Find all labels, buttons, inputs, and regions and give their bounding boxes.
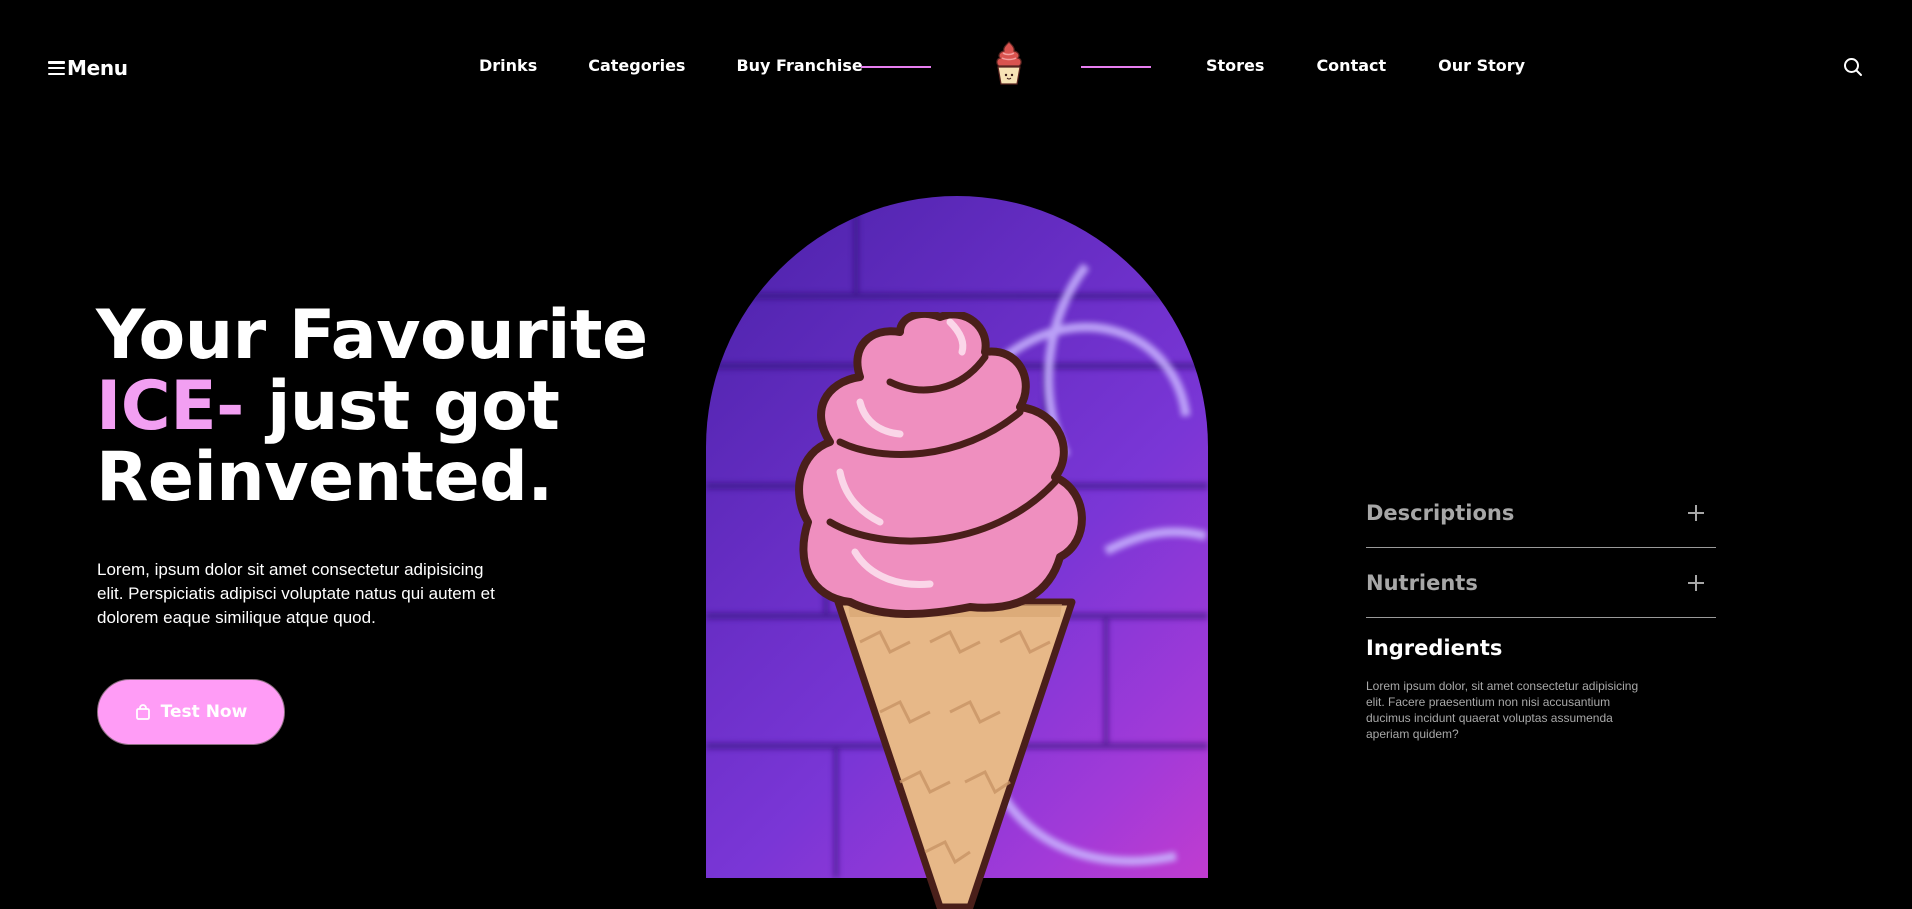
nav-divider-left <box>861 66 931 68</box>
shopping-bag-icon <box>135 704 150 720</box>
nav-left: Drinks Categories Buy Franchise <box>479 56 863 75</box>
plus-icon <box>1688 504 1704 521</box>
accordion-item-descriptions[interactable]: Descriptions <box>1366 478 1716 548</box>
nav-right: Stores Contact Our Story <box>1206 56 1525 75</box>
test-now-label: Test Now <box>160 702 248 722</box>
nav-item-contact[interactable]: Contact <box>1316 56 1386 75</box>
plus-icon <box>1688 574 1704 591</box>
search-icon[interactable] <box>1843 57 1863 77</box>
hero-title: Your Favourite ICE- just got Reinvented. <box>96 300 648 513</box>
ingredients-body: Lorem ipsum dolor, sit amet consectetur … <box>1366 679 1639 741</box>
hero-title-line3: Reinvented. <box>96 438 553 517</box>
nav-item-categories[interactable]: Categories <box>588 56 685 75</box>
accordion-nutrients-label: Nutrients <box>1366 570 1478 595</box>
nav-divider-right <box>1081 66 1151 68</box>
ice-cream-cupcake-logo[interactable] <box>992 40 1026 94</box>
test-now-button[interactable]: Test Now <box>97 679 285 745</box>
hero-title-line1: Your Favourite <box>96 296 648 375</box>
accordion-item-nutrients[interactable]: Nutrients <box>1366 548 1716 618</box>
accordion-item-ingredients[interactable]: Ingredients <box>1366 636 1502 660</box>
menu-button[interactable]: Menu <box>48 56 128 80</box>
nav-item-our-story[interactable]: Our Story <box>1438 56 1525 75</box>
menu-label: Menu <box>67 56 128 80</box>
hamburger-icon <box>48 61 65 75</box>
ice-cream-cone-illustration <box>795 312 1086 909</box>
hero-title-highlight: ICE- <box>96 367 244 446</box>
hero-description: Lorem, ipsum dolor sit amet consectetur … <box>97 560 495 627</box>
hero-title-line2: just got <box>243 367 560 446</box>
nav-item-drinks[interactable]: Drinks <box>479 56 537 75</box>
nav-item-stores[interactable]: Stores <box>1206 56 1264 75</box>
accordion: Descriptions Nutrients <box>1366 478 1716 618</box>
accordion-descriptions-label: Descriptions <box>1366 500 1515 525</box>
nav-item-buy-franchise[interactable]: Buy Franchise <box>736 56 862 75</box>
